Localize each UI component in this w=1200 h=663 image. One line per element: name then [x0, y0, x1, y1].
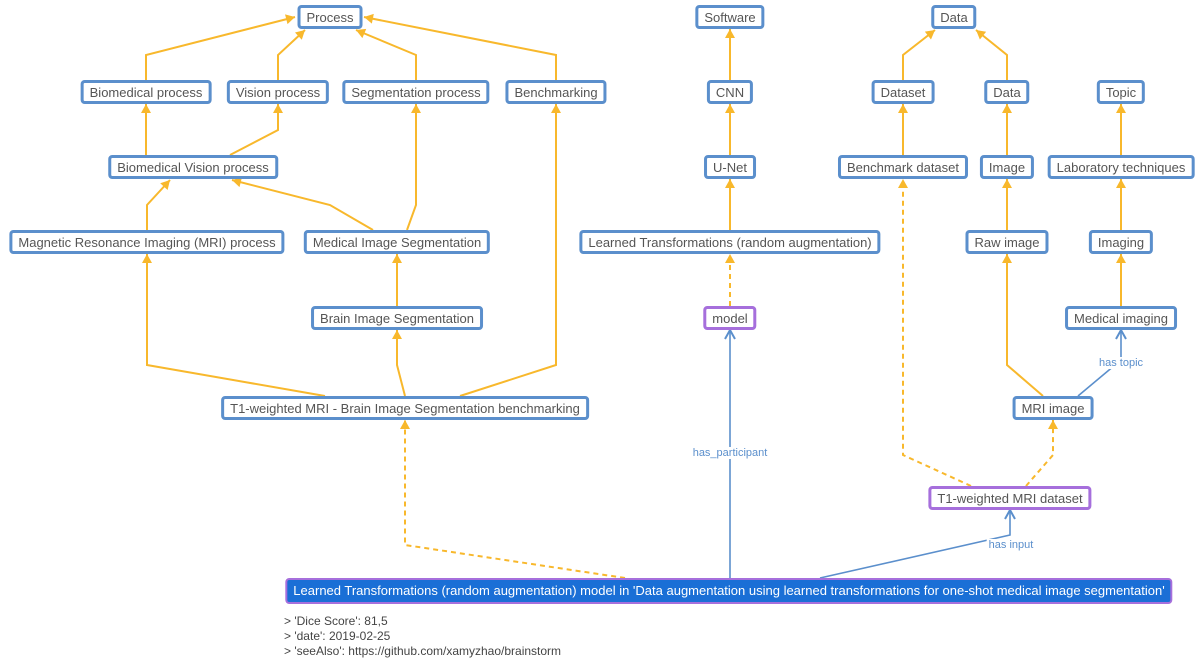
subclass-edge[interactable] [355, 29, 417, 80]
instance-of-edge[interactable] [404, 420, 626, 579]
arrow-head [725, 254, 735, 263]
node-mri-process[interactable]: Magnetic Resonance Imaging (MRI) process [9, 230, 285, 254]
node-process[interactable]: Process [297, 5, 363, 29]
focus-properties: > 'Dice Score': 81,5 > 'date': 2019-02-2… [284, 614, 561, 659]
property-see-also[interactable]: > 'seeAlso': https://github.com/xamyzhao… [284, 644, 561, 659]
node-dataset[interactable]: Dataset [871, 80, 935, 104]
subclass-edge[interactable] [231, 179, 374, 231]
node-unet[interactable]: U-Net [704, 155, 756, 179]
node-model[interactable]: model [703, 306, 757, 330]
node-cnn[interactable]: CNN [706, 80, 754, 104]
arrow-head [898, 104, 908, 113]
node-t1-benchmarking[interactable]: T1-weighted MRI - Brain Image Segmentati… [221, 396, 589, 420]
edge-label-has-topic: has topic [1096, 357, 1146, 369]
arrow-head [924, 30, 935, 40]
node-image[interactable]: Image [979, 155, 1035, 179]
node-data-mid[interactable]: Data [984, 80, 1030, 104]
arrow-head [411, 104, 421, 113]
arrow-head [725, 179, 735, 188]
node-raw-image[interactable]: Raw image [965, 230, 1049, 254]
node-imaging[interactable]: Imaging [1088, 230, 1154, 254]
arrow-head [1116, 104, 1126, 113]
arrow-head [285, 14, 295, 25]
arrow-head [725, 29, 735, 38]
arrow-head [1002, 179, 1012, 188]
edge-label-has-participant: has_participant [690, 447, 770, 459]
arrow-head [400, 420, 410, 429]
arrow-head [898, 179, 908, 188]
node-biomedical-vision-process[interactable]: Biomedical Vision process [108, 155, 278, 179]
relation-edge[interactable] [819, 510, 1011, 579]
arrow-head [1002, 104, 1012, 113]
arrow-head [273, 104, 283, 113]
node-brain-image-segmentation[interactable]: Brain Image Segmentation [311, 306, 483, 330]
instance-of-edge[interactable] [1025, 420, 1054, 487]
node-medical-image-segmentation[interactable]: Medical Image Segmentation [303, 230, 491, 254]
node-focus[interactable]: Learned Transformations (random augmenta… [285, 578, 1173, 604]
arrow-head [551, 104, 561, 113]
arrow-head [1002, 254, 1012, 263]
arrow-head [142, 254, 152, 263]
property-dice-score: > 'Dice Score': 81,5 [284, 614, 388, 628]
subclass-edge[interactable] [146, 254, 326, 397]
node-data-top[interactable]: Data [931, 5, 977, 29]
node-software[interactable]: Software [695, 5, 765, 29]
node-vision-process[interactable]: Vision process [226, 80, 330, 104]
node-learned-transformations[interactable]: Learned Transformations (random augmenta… [579, 230, 881, 254]
arrow-head [364, 13, 374, 24]
node-biomedical-process[interactable]: Biomedical process [80, 80, 212, 104]
node-t1-dataset[interactable]: T1-weighted MRI dataset [928, 486, 1092, 510]
subclass-edge[interactable] [396, 330, 406, 397]
edge-label-has-input: has input [986, 539, 1036, 551]
node-medical-imaging[interactable]: Medical imaging [1065, 306, 1177, 330]
arrow-head [725, 104, 735, 113]
node-lab-techniques[interactable]: Laboratory techniques [1047, 155, 1195, 179]
arrow-head [1116, 254, 1126, 263]
node-benchmark-dataset[interactable]: Benchmark dataset [837, 155, 969, 179]
instance-of-edge[interactable] [902, 179, 972, 487]
subclass-edge[interactable] [406, 104, 417, 231]
property-date: > 'date': 2019-02-25 [284, 629, 391, 643]
arrow-head [1116, 179, 1126, 188]
node-topic[interactable]: Topic [1096, 80, 1146, 104]
arrow-head [1048, 420, 1058, 429]
subclass-edge[interactable] [1006, 254, 1044, 397]
subclass-edge[interactable] [363, 16, 557, 80]
node-benchmarking[interactable]: Benchmarking [505, 80, 607, 104]
arrow-head [392, 254, 402, 263]
arrow-head [141, 104, 151, 113]
node-mri-image[interactable]: MRI image [1012, 396, 1094, 420]
subclass-edge[interactable] [145, 16, 296, 80]
subclass-edge[interactable] [229, 104, 279, 156]
arrow-head [392, 330, 402, 339]
node-segmentation-process[interactable]: Segmentation process [342, 80, 490, 104]
